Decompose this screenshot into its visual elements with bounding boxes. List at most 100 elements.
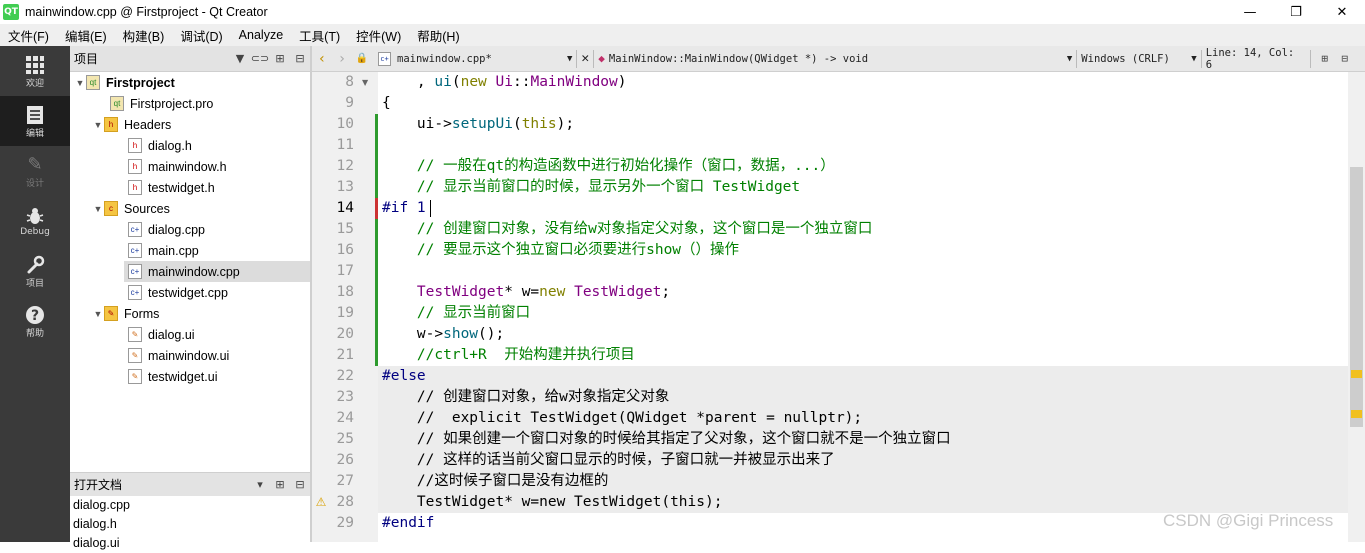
mode-label: 项目 <box>25 278 44 289</box>
mode-edit[interactable]: 编辑 <box>0 96 70 146</box>
mode-help[interactable]: ? 帮助 <box>0 296 70 346</box>
code-line: // 显示当前窗口的时候，显示另外一个窗口 TestWidget <box>382 179 801 195</box>
close-panel-icon[interactable]: ⊟ <box>1335 49 1355 69</box>
svg-text:?: ? <box>31 308 39 324</box>
editor-toolbar: ‹ › 🔒 c+ mainwindow.cpp* ▼ ✕ ◆ MainWindo… <box>312 46 1365 72</box>
mode-design[interactable]: ✎ 设计 <box>0 146 70 196</box>
code-line: //ctrl+R 开始构建并执行项目 <box>382 347 635 363</box>
tree-item-mainwindow-cpp[interactable]: c+ mainwindow.cpp <box>124 261 310 282</box>
chevron-down-icon[interactable]: ▼ <box>1191 54 1196 64</box>
code-line: // 创建窗口对象，没有给w对象指定父对象，这个窗口是一个独立窗口 <box>382 221 873 237</box>
code-line: // 如果创建一个窗口对象的时候给其指定了父对象，这个窗口就不是一个独立窗口 <box>378 429 1348 450</box>
menu-file[interactable]: 文件(F) <box>0 26 57 45</box>
tree-item-main-cpp[interactable]: c+ main.cpp <box>128 240 199 261</box>
tree-item-project[interactable]: ▼ qt Firstproject <box>74 72 175 93</box>
tree-item-testwidget-h[interactable]: h testwidget.h <box>128 177 215 198</box>
line-number: 12 <box>336 158 354 174</box>
forward-arrow-icon[interactable]: › <box>332 51 352 67</box>
split-icon[interactable]: ⊞ <box>270 475 290 495</box>
tree-item-dialog-ui[interactable]: ✎ dialog.ui <box>128 324 195 345</box>
line-endings-selector[interactable]: Windows (CRLF) <box>1081 53 1191 65</box>
tree-label: mainwindow.ui <box>148 348 230 363</box>
cursor-position[interactable]: Line: 14, Col: 6 <box>1206 47 1306 71</box>
fold-marker-icon[interactable]: ▼ <box>362 78 368 87</box>
document-selector[interactable]: mainwindow.cpp* <box>397 53 567 65</box>
chevron-down-icon[interactable]: ▼ <box>92 204 104 214</box>
link-icon[interactable]: ⊂⊃ <box>250 49 270 69</box>
warning-marker[interactable] <box>1351 370 1362 378</box>
menu-build[interactable]: 构建(B) <box>115 26 173 45</box>
chevron-down-icon[interactable]: ▼ <box>92 309 104 319</box>
cpp-file-icon: c+ <box>128 243 142 258</box>
line-number: 15 <box>336 221 354 237</box>
maximize-button[interactable]: ❐ <box>1273 0 1319 24</box>
line-number: 9 <box>345 95 354 111</box>
warning-marker[interactable] <box>1351 410 1362 418</box>
close-document-icon[interactable]: ✕ <box>581 51 589 66</box>
chevron-down-icon[interactable]: ▾ <box>250 475 270 495</box>
chevron-down-icon[interactable]: ▼ <box>567 54 572 64</box>
lock-icon: 🔒 <box>355 53 369 64</box>
line-number: 28 <box>336 494 354 510</box>
tree-item-testwidget-cpp[interactable]: c+ testwidget.cpp <box>128 282 228 303</box>
minimize-button[interactable]: — <box>1227 0 1273 24</box>
tree-label: main.cpp <box>148 243 199 258</box>
chevron-down-icon[interactable]: ▼ <box>92 120 104 130</box>
tree-item-dialog-h[interactable]: h dialog.h <box>128 135 192 156</box>
open-doc-item[interactable]: dialog.cpp <box>70 496 310 515</box>
tree-item-forms[interactable]: ▼ ✎ Forms <box>92 303 159 324</box>
close-panel-icon[interactable]: ⊟ <box>290 475 310 495</box>
mode-welcome[interactable]: 欢迎 <box>0 46 70 96</box>
code-line: #if 1 <box>378 198 1348 219</box>
tree-item-pro[interactable]: qt Firstproject.pro <box>110 93 213 114</box>
line-number-gutter[interactable]: 8 ▼ 9 10 11 12 13 14 15 16 17 18 19 20 2… <box>312 72 378 542</box>
tree-item-mainwindow-h[interactable]: h mainwindow.h <box>128 156 227 177</box>
code-line: // 一般在qt的构造函数中进行初始化操作（窗口，数据，...） <box>382 158 835 174</box>
text-cursor <box>430 200 431 217</box>
tree-label: Headers <box>124 117 172 132</box>
menu-analyze[interactable]: Analyze <box>231 28 291 42</box>
tree-item-headers[interactable]: ▼ h Headers <box>92 114 171 135</box>
filter-icon[interactable]: ▼ <box>230 49 250 69</box>
code-editor[interactable]: , ui(new Ui::MainWindow) { ui->setupUi(t… <box>378 72 1348 542</box>
line-number: 26 <box>336 452 354 468</box>
split-icon[interactable]: ⊞ <box>270 49 290 69</box>
tree-label: testwidget.h <box>148 180 215 195</box>
tree-item-testwidget-ui[interactable]: ✎ testwidget.ui <box>128 366 217 387</box>
scrollbar-thumb[interactable] <box>1350 167 1363 427</box>
tree-label: Forms <box>124 306 160 321</box>
menu-controls[interactable]: 控件(W) <box>348 26 409 45</box>
open-doc-item[interactable]: dialog.h <box>70 515 310 534</box>
document-icon <box>24 104 46 126</box>
close-panel-icon[interactable]: ⊟ <box>290 49 310 69</box>
back-arrow-icon[interactable]: ‹ <box>312 51 332 67</box>
header-file-icon: h <box>128 180 142 195</box>
menu-bar: 文件(F) 编辑(E) 构建(B) 调试(D) Analyze 工具(T) 控件… <box>0 24 1365 46</box>
tree-label: Firstproject.pro <box>130 96 214 111</box>
open-documents-title: 打开文档 <box>74 478 123 492</box>
menu-edit[interactable]: 编辑(E) <box>57 26 115 45</box>
tree-item-dialog-cpp[interactable]: c+ dialog.cpp <box>128 219 205 240</box>
mode-debug[interactable]: Debug <box>0 196 70 246</box>
tree-item-mainwindow-ui[interactable]: ✎ mainwindow.ui <box>128 345 229 366</box>
tree-item-sources[interactable]: ▼ c Sources <box>92 198 170 219</box>
mode-selector: 欢迎 编辑 ✎ 设计 Debug 项目 ? 帮助 <box>0 46 70 542</box>
chevron-down-icon[interactable]: ▼ <box>1067 54 1072 64</box>
line-number: 22 <box>336 368 354 384</box>
close-button[interactable]: ✕ <box>1319 0 1365 24</box>
mode-projects[interactable]: 项目 <box>0 246 70 296</box>
line-number: 13 <box>336 179 354 195</box>
menu-debug[interactable]: 调试(D) <box>172 26 230 45</box>
menu-help[interactable]: 帮助(H) <box>409 26 467 45</box>
open-doc-item[interactable]: dialog.ui <box>70 534 310 553</box>
symbol-selector[interactable]: MainWindow::MainWindow(QWidget *) -> voi… <box>609 53 1067 65</box>
chevron-down-icon[interactable]: ▼ <box>74 78 86 88</box>
pen-icon: ✎ <box>27 154 43 175</box>
split-icon[interactable]: ⊞ <box>1315 49 1335 69</box>
line-number: 19 <box>336 305 354 321</box>
question-icon: ? <box>24 304 46 326</box>
line-number: 21 <box>336 347 354 363</box>
menu-tools[interactable]: 工具(T) <box>291 26 348 45</box>
open-documents-list: dialog.cpp dialog.h dialog.ui <box>70 496 310 550</box>
vertical-scrollbar[interactable] <box>1348 72 1365 542</box>
